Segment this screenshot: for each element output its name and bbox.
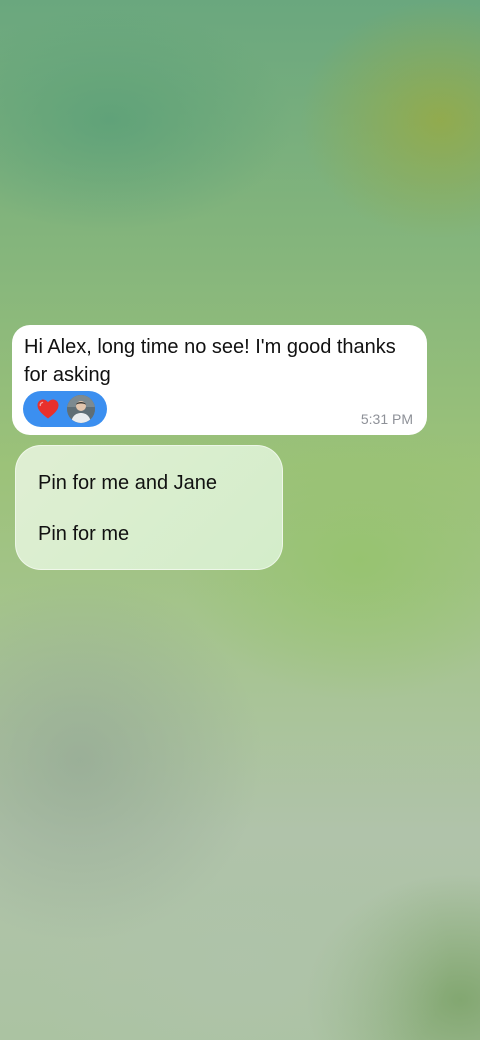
heart-icon — [37, 399, 59, 419]
context-menu: Pin for me and Jane Pin for me — [15, 445, 283, 570]
pin-for-me-and-jane-option[interactable]: Pin for me and Jane — [38, 472, 217, 495]
message-bubble[interactable]: Hi Alex, long time no see! I'm good than… — [12, 325, 427, 435]
message-time: 5:31 PM — [360, 411, 413, 427]
pin-for-me-option[interactable]: Pin for me — [38, 523, 129, 546]
message-text: Hi Alex, long time no see! I'm good than… — [24, 336, 396, 386]
chat-screen: Hi Alex, long time no see! I'm good than… — [0, 0, 480, 1040]
avatar — [67, 395, 95, 423]
reaction-pill[interactable] — [23, 391, 107, 427]
